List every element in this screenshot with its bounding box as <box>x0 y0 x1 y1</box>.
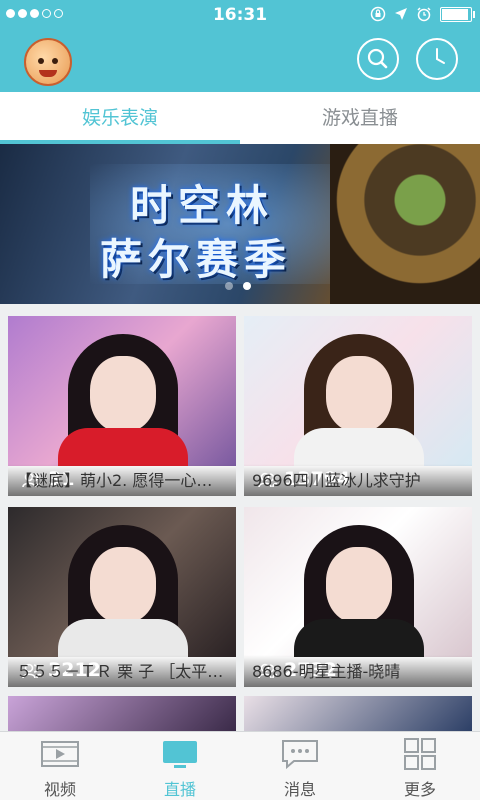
alarm-icon <box>417 7 431 22</box>
location-icon <box>395 8 407 20</box>
promo-banner[interactable]: 时空林 萨尔赛季 <box>0 144 480 304</box>
live-room-card-partial[interactable] <box>8 696 236 732</box>
clock-icon <box>436 48 445 64</box>
live-room-card[interactable]: 31 【谜底】萌小2. 愿得一心… <box>8 316 236 496</box>
room-thumbnail <box>244 316 472 466</box>
live-room-card[interactable]: 3212 ５５５－ＴＲ 栗 子 ［太平… <box>8 507 236 687</box>
tabbar-label: 直播 <box>163 780 196 799</box>
room-title: 9696四川蓝冰儿求守护 <box>252 471 421 490</box>
live-room-card[interactable]: 13794 9696四川蓝冰儿求守护 <box>244 316 472 496</box>
pager-dot <box>225 282 233 290</box>
search-button[interactable] <box>357 38 399 80</box>
tabbar-label: 更多 <box>403 780 436 799</box>
tabbar-item-messages[interactable]: 消息 <box>240 732 360 800</box>
banner-character-art <box>330 144 480 304</box>
pager-dot-active <box>243 282 251 290</box>
search-icon <box>367 48 388 69</box>
tabbar-item-more[interactable]: 更多 <box>360 732 480 800</box>
tab-game-live[interactable]: 游戏直播 <box>240 92 480 144</box>
live-room-card-partial[interactable] <box>244 696 472 732</box>
banner-title-line2: 萨尔赛季 <box>100 235 293 284</box>
tab-entertainment[interactable]: 娱乐表演 <box>0 92 240 144</box>
room-thumbnail <box>244 507 472 657</box>
room-title: 8686-明星主播-晓晴 <box>252 662 401 681</box>
banner-title-line1: 时空林 <box>130 181 275 230</box>
room-title: 【谜底】萌小2. 愿得一心… <box>16 471 213 490</box>
grid-icon <box>404 738 436 770</box>
app-header <box>0 30 480 92</box>
tabbar-item-video[interactable]: 视频 <box>0 732 120 800</box>
banner-pager <box>225 282 251 290</box>
rotation-lock-icon <box>370 6 386 22</box>
room-thumbnail <box>8 316 236 466</box>
message-icon <box>282 740 318 770</box>
room-title: ５５５－ＴＲ 栗 子 ［太平… <box>16 662 224 681</box>
tv-icon <box>163 741 197 768</box>
status-bar: 16:31 <box>0 0 480 30</box>
tabbar-label: 视频 <box>43 780 76 799</box>
video-icon <box>41 741 79 767</box>
history-button[interactable] <box>416 38 458 80</box>
room-thumbnail <box>8 507 236 657</box>
tabbar-label: 消息 <box>283 780 316 799</box>
live-room-card[interactable]: 2732 8686-明星主播-晓晴 <box>244 507 472 687</box>
tabbar-item-live[interactable]: 直播 <box>120 732 240 800</box>
battery-icon <box>440 6 475 22</box>
user-avatar[interactable] <box>24 38 72 86</box>
bottom-tab-bar: 视频 直播 消息 更多 <box>0 731 480 800</box>
category-tabs: 娱乐表演 游戏直播 <box>0 92 480 144</box>
